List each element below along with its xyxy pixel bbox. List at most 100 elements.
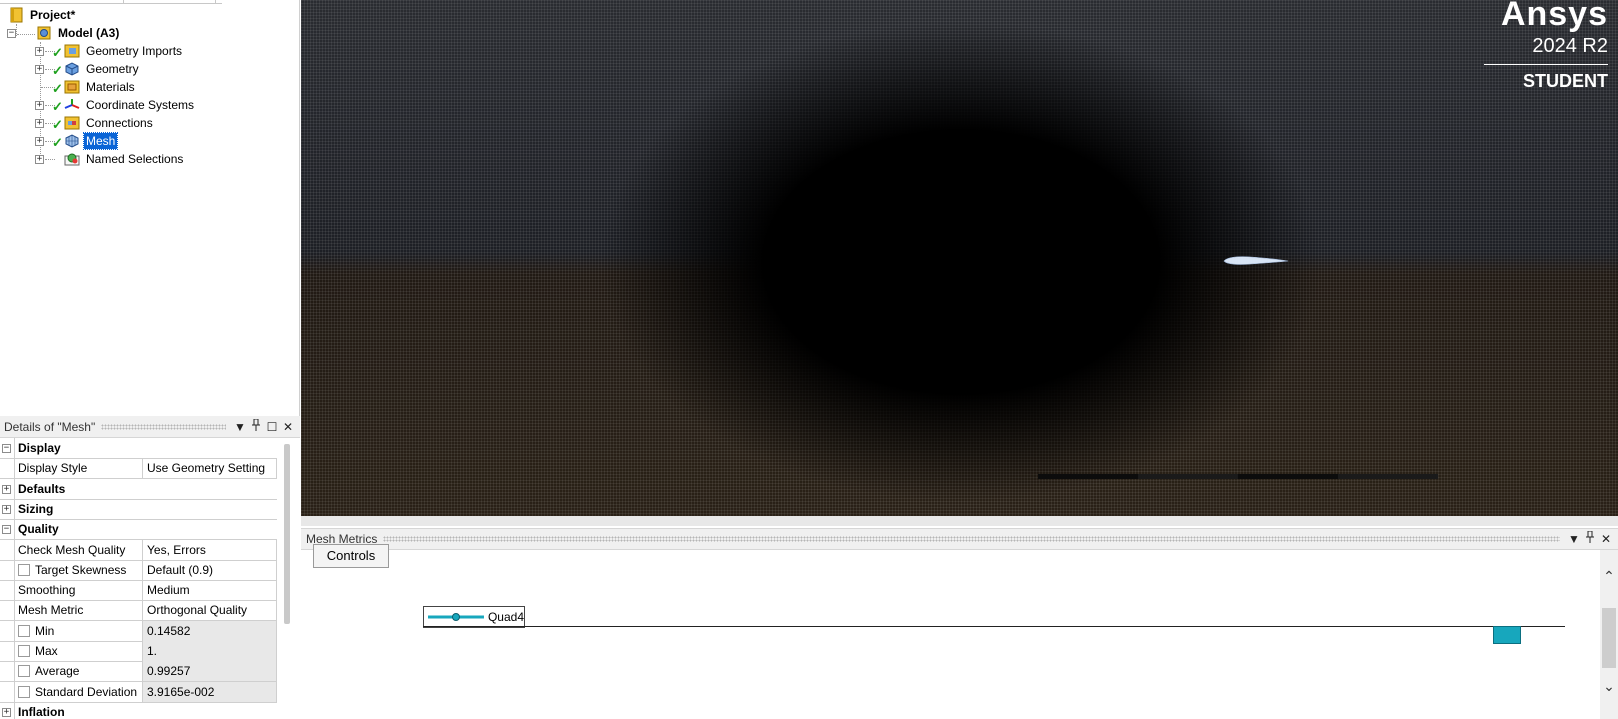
dropdown-icon[interactable]: ▼ — [232, 419, 248, 435]
tree-top-strip — [0, 0, 222, 4]
geometry-imports-icon — [64, 44, 80, 58]
named-selections-icon — [64, 152, 80, 166]
scroll-down-icon[interactable]: ⌄ — [1600, 678, 1618, 694]
property-value: 0.14582 — [143, 620, 277, 641]
parameter-checkbox[interactable] — [18, 685, 30, 698]
airfoil-geometry[interactable] — [1223, 256, 1289, 266]
details-row-mesh-metric[interactable]: Mesh Metric Orthogonal Quality — [0, 600, 277, 622]
details-row-check-mesh-quality[interactable]: Check Mesh Quality Yes, Errors — [0, 539, 277, 561]
project-icon — [10, 7, 23, 23]
details-row-smoothing[interactable]: Smoothing Medium — [0, 580, 277, 602]
chart-legend: Quad4 — [423, 606, 525, 628]
status-check-icon: ✓ — [52, 81, 63, 96]
details-row-target-skewness[interactable]: Target Skewness Default (0.9) — [0, 559, 277, 581]
expand-geometry-imports-icon[interactable]: + — [35, 47, 44, 56]
details-category-defaults[interactable]: + Defaults — [0, 478, 277, 500]
details-category-display[interactable]: − Display — [0, 438, 277, 459]
expand-coordinate-systems-icon[interactable]: + — [35, 101, 44, 110]
details-category-sizing[interactable]: + Sizing — [0, 498, 277, 520]
property-value[interactable]: Yes, Errors — [143, 539, 277, 560]
status-check-icon: ✓ — [52, 135, 63, 150]
tree-node-mesh[interactable]: Mesh — [64, 132, 119, 150]
scroll-thumb[interactable] — [1602, 608, 1616, 668]
logo-edition: STUDENT — [1523, 71, 1608, 91]
details-row-standard-deviation[interactable]: Standard Deviation 3.9165e-002 — [0, 681, 277, 703]
expand-connections-icon[interactable]: + — [35, 119, 44, 128]
property-key: Standard Deviation — [14, 681, 143, 702]
tree-node-connections[interactable]: Connections — [64, 114, 155, 132]
materials-icon — [64, 80, 80, 94]
property-value[interactable]: Orthogonal Quality — [143, 600, 277, 621]
pin-icon[interactable] — [1582, 530, 1598, 547]
expand-named-selections-icon[interactable]: + — [35, 155, 44, 164]
logo-brand: Ansys — [1500, 0, 1608, 33]
controls-button[interactable]: Controls — [313, 544, 389, 568]
close-icon[interactable]: ✕ — [1598, 531, 1614, 547]
logo-rule — [1484, 64, 1608, 65]
mesh-metrics-scrollbar[interactable]: ⌃ ⌄ — [1600, 550, 1618, 719]
property-value: 1. — [143, 641, 277, 661]
parameter-checkbox[interactable] — [18, 624, 30, 637]
mesh-metrics-grip[interactable] — [383, 536, 1560, 542]
tree-node-coordinate-systems[interactable]: Coordinate Systems — [64, 96, 196, 114]
mesh-icon — [64, 134, 80, 148]
tree-node-geometry[interactable]: Geometry — [64, 60, 141, 78]
tree-label: Materials — [86, 80, 135, 94]
parameter-checkbox[interactable] — [18, 665, 30, 678]
drag-grip[interactable] — [101, 423, 226, 430]
legend-swatch-icon — [428, 613, 484, 621]
property-value[interactable]: Use Geometry Setting — [143, 458, 277, 479]
collapse-icon[interactable]: − — [2, 525, 11, 535]
details-scrollbar[interactable] — [284, 444, 290, 624]
tree-node-materials[interactable]: Materials — [64, 78, 137, 96]
geometry-icon — [64, 62, 80, 76]
details-category-inflation[interactable]: + Inflation — [0, 701, 277, 719]
category-label: Quality — [14, 519, 277, 540]
details-grid: − Display Display Style Use Geometry Settin… — [0, 438, 300, 719]
status-check-icon: ✓ — [52, 99, 63, 114]
close-icon[interactable]: ✕ — [280, 419, 296, 435]
property-key: Min — [14, 620, 143, 641]
legend-label: Quad4 — [487, 610, 524, 624]
connections-icon — [64, 116, 80, 130]
tree-node-named-selections[interactable]: Named Selections — [64, 150, 185, 168]
details-row-average[interactable]: Average 0.99257 — [0, 661, 277, 683]
details-row-min[interactable]: Min 0.14582 — [0, 620, 277, 642]
graphics-viewport[interactable]: Ansys 2024 R2 STUDENT Y X — [301, 0, 1618, 526]
property-value[interactable]: Medium — [143, 580, 277, 601]
tree-node-project[interactable]: Project* — [10, 6, 77, 24]
logo-version: 2024 R2 — [1532, 35, 1608, 57]
expand-icon[interactable]: + — [2, 504, 11, 514]
expand-geometry-icon[interactable]: + — [35, 65, 44, 74]
scroll-up-icon[interactable]: ⌃ — [1600, 568, 1618, 584]
expand-icon[interactable]: + — [2, 484, 11, 494]
parameter-checkbox[interactable] — [18, 563, 30, 576]
parameter-checkbox[interactable] — [18, 645, 30, 657]
expand-icon[interactable]: + — [2, 707, 11, 717]
property-key: Target Skewness — [14, 559, 143, 580]
collapse-icon[interactable]: − — [2, 444, 11, 453]
property-value[interactable]: Default (0.9) — [143, 559, 277, 580]
scale-bar — [1038, 474, 1438, 479]
tree-node-geometry-imports[interactable]: Geometry Imports — [64, 42, 184, 60]
ansys-logo: Ansys 2024 R2 STUDENT — [1484, 0, 1608, 91]
maximize-icon[interactable]: ☐ — [264, 419, 280, 435]
status-check-icon: ✓ — [52, 45, 63, 60]
quad4-histogram-bar[interactable] — [1493, 626, 1521, 644]
collapse-model-icon[interactable]: − — [7, 29, 16, 38]
details-category-quality[interactable]: − Quality — [0, 519, 277, 541]
property-key: Average — [14, 661, 143, 682]
expand-mesh-icon[interactable]: + — [35, 137, 44, 146]
tree-label-model: Model (A3) — [58, 26, 120, 40]
mesh-metrics-header: Mesh Metrics ▼ ✕ — [301, 528, 1618, 550]
property-value: 3.9165e-002 — [143, 681, 277, 702]
category-label: Inflation — [14, 701, 277, 719]
details-row-display-style[interactable]: Display Style Use Geometry Setting — [0, 458, 277, 480]
pin-icon[interactable] — [248, 418, 264, 435]
dropdown-icon[interactable]: ▼ — [1566, 531, 1582, 547]
outline-tree: Project* − Model (A3) + ✓ Geometry Imports… — [0, 0, 300, 416]
category-label: Display — [14, 438, 277, 458]
property-key: Mesh Metric — [14, 600, 143, 621]
tree-node-model[interactable]: Model (A3) — [36, 24, 121, 42]
details-row-max[interactable]: Max 1. — [0, 641, 277, 662]
